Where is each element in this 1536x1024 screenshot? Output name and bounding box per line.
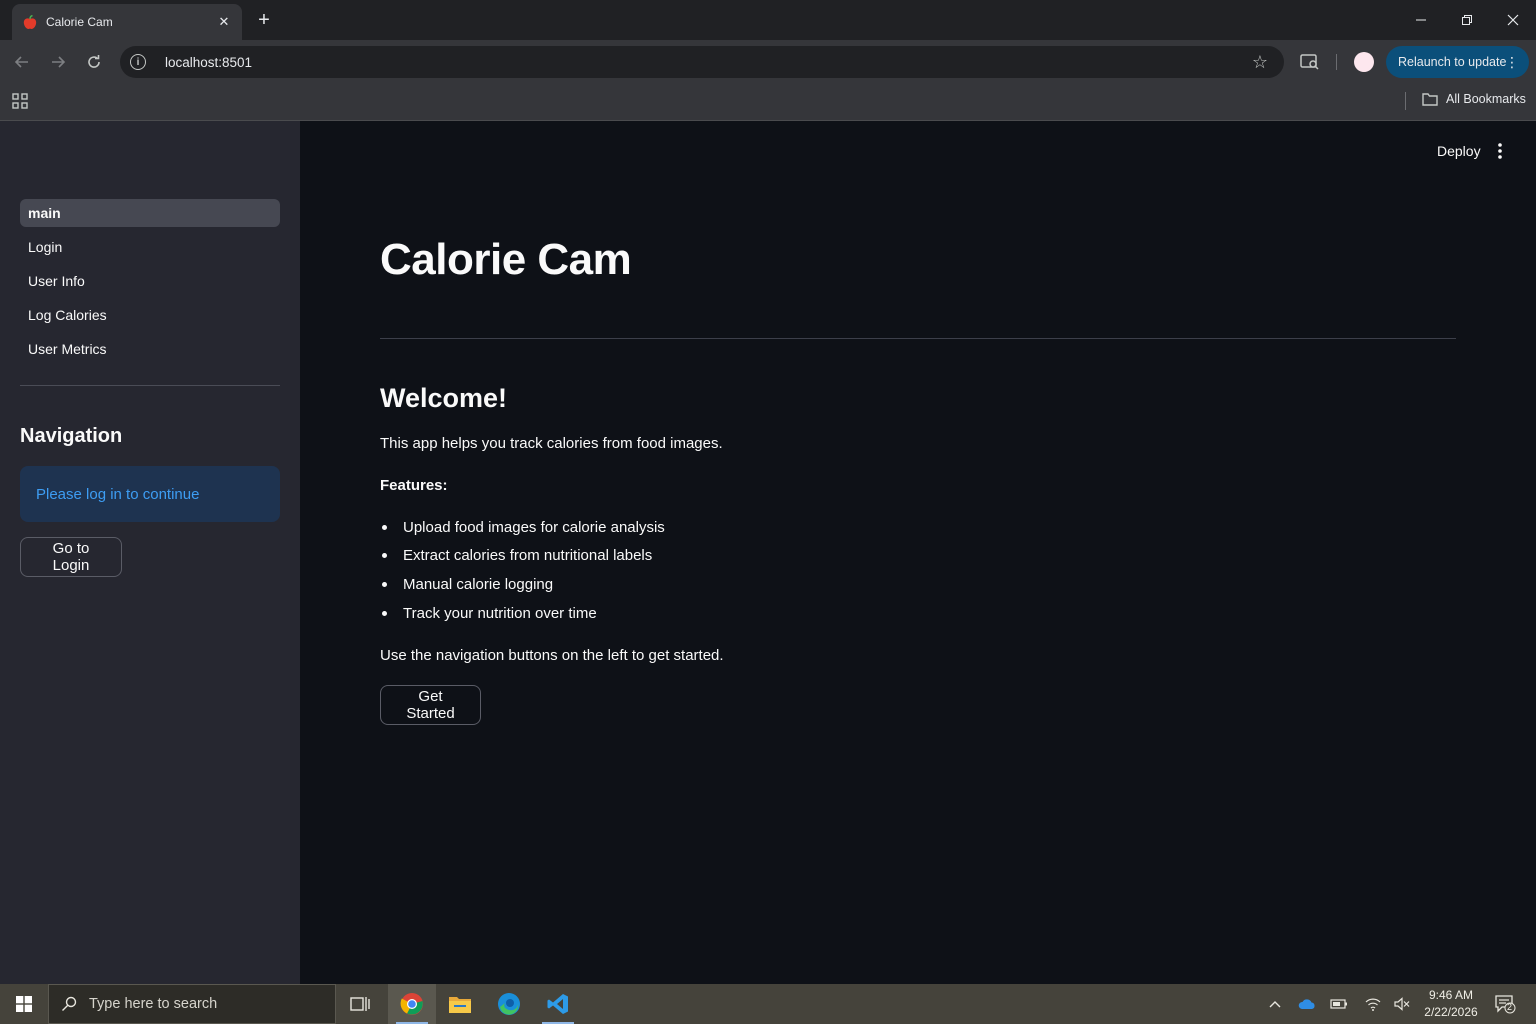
chrome-taskbar-icon[interactable]: [388, 984, 436, 1024]
feature-list-item: Extract calories from nutritional labels: [380, 547, 652, 564]
features-label: Features:: [380, 477, 448, 494]
bullet-dot: [382, 553, 387, 558]
bookmarks-divider: [1405, 92, 1406, 110]
folder-icon: [1422, 93, 1438, 106]
notifications-icon[interactable]: 2: [1492, 984, 1518, 1024]
feature-text: Upload food images for calorie analysis: [403, 519, 665, 536]
apple-icon: [22, 14, 38, 30]
show-hidden-icons-chevron-icon[interactable]: [1264, 984, 1286, 1024]
go-to-login-button[interactable]: Go to Login: [20, 537, 122, 577]
reload-icon[interactable]: [82, 50, 106, 74]
new-tab-icon[interactable]: +: [254, 10, 274, 30]
all-bookmarks-button[interactable]: All Bookmarks: [1422, 92, 1526, 106]
forward-arrow-icon[interactable]: [46, 50, 70, 74]
windows-taskbar: Type here to search 9:46 AM 2/22/2026 2: [0, 984, 1536, 1024]
app-sidebar: main Login User Info Log Calories User M…: [0, 121, 300, 984]
close-tab-icon[interactable]: ✕: [216, 14, 232, 30]
feature-text: Track your nutrition over time: [403, 605, 597, 622]
close-window-icon[interactable]: [1490, 0, 1536, 40]
bullet-dot: [382, 611, 387, 616]
profile-avatar-icon[interactable]: [1352, 50, 1376, 74]
sidebar-heading: Navigation: [20, 425, 123, 447]
browser-tab[interactable]: Calorie Cam ✕: [12, 4, 242, 40]
info-message: Please log in to continue: [36, 485, 200, 503]
restore-icon[interactable]: [1444, 0, 1490, 40]
clock-time: 9:46 AM: [1428, 988, 1474, 1002]
login-info-alert: Please log in to continue: [20, 466, 280, 522]
sidebar-item-user-info[interactable]: User Info: [20, 267, 280, 295]
feature-list-item: Manual calorie logging: [380, 576, 553, 593]
outro-text: Use the navigation buttons on the left t…: [380, 647, 724, 664]
address-url: localhost:8501: [165, 54, 253, 70]
minimize-icon[interactable]: [1398, 0, 1444, 40]
onedrive-cloud-icon[interactable]: [1296, 984, 1318, 1024]
deploy-button[interactable]: Deploy: [1437, 143, 1481, 159]
tab-search-icon[interactable]: [1298, 50, 1322, 74]
clock-date: 2/22/2026: [1424, 1005, 1478, 1019]
search-placeholder: Type here to search: [89, 996, 218, 1012]
relaunch-label: Relaunch to update: [1398, 55, 1507, 69]
browser-toolbar: i localhost:8501 ☆ Relaunch to update ⋮: [0, 40, 1536, 84]
more-vertical-icon[interactable]: ⋮: [1505, 54, 1519, 71]
title-divider: [380, 338, 1456, 339]
sidebar-item-label: Login: [28, 239, 63, 255]
bookmark-star-icon[interactable]: ☆: [1252, 52, 1268, 73]
sidebar-item-label: main: [28, 205, 61, 221]
taskbar-clock[interactable]: 9:46 AM 2/22/2026: [1418, 987, 1484, 1021]
wifi-icon[interactable]: [1362, 984, 1384, 1024]
sidebar-item-user-metrics[interactable]: User Metrics: [20, 335, 280, 363]
feature-list-item: Track your nutrition over time: [380, 605, 597, 622]
bullet-dot: [382, 525, 387, 530]
notification-count: 2: [1507, 1002, 1513, 1012]
vscode-icon[interactable]: [534, 984, 582, 1024]
bookmarks-bar: All Bookmarks: [0, 84, 1536, 121]
volume-muted-icon[interactable]: [1391, 984, 1413, 1024]
apps-grid-icon[interactable]: [12, 93, 28, 114]
taskbar-search-input[interactable]: Type here to search: [48, 984, 336, 1024]
sidebar-item-log-calories[interactable]: Log Calories: [20, 301, 280, 329]
get-started-button[interactable]: Get Started: [380, 685, 481, 725]
search-icon: [62, 996, 77, 1011]
toolbar-divider: [1335, 50, 1337, 74]
relaunch-button[interactable]: Relaunch to update ⋮: [1386, 46, 1529, 78]
sidebar-item-label: Log Calories: [28, 307, 107, 323]
sidebar-item-label: User Info: [28, 273, 85, 289]
windows-start-icon[interactable]: [0, 984, 48, 1024]
sidebar-divider: [20, 385, 280, 386]
file-explorer-icon[interactable]: [436, 984, 484, 1024]
battery-icon[interactable]: [1328, 984, 1350, 1024]
app-main: Deploy Calorie Cam Welcome! This app hel…: [300, 121, 1536, 984]
welcome-heading: Welcome!: [380, 383, 508, 413]
feature-text: Extract calories from nutritional labels: [403, 547, 653, 564]
feature-list-item: Upload food images for calorie analysis: [380, 519, 665, 536]
edge-browser-icon[interactable]: [485, 984, 533, 1024]
task-view-icon[interactable]: [336, 984, 384, 1024]
bullet-dot: [382, 582, 387, 587]
sidebar-item-login[interactable]: Login: [20, 233, 280, 261]
browser-tabstrip: Calorie Cam ✕ +: [0, 0, 1536, 40]
site-info-icon[interactable]: i: [130, 54, 146, 70]
intro-text: This app helps you track calories from f…: [380, 435, 723, 452]
page-title: Calorie Cam: [380, 235, 632, 284]
tab-title: Calorie Cam: [46, 15, 113, 29]
all-bookmarks-label: All Bookmarks: [1446, 92, 1526, 106]
sidebar-item-main[interactable]: main: [20, 199, 280, 227]
sidebar-item-label: User Metrics: [28, 341, 107, 357]
feature-text: Manual calorie logging: [403, 576, 554, 593]
address-bar[interactable]: i localhost:8501 ☆: [120, 46, 1284, 78]
main-menu-icon[interactable]: [1496, 142, 1504, 165]
back-arrow-icon[interactable]: [10, 50, 34, 74]
